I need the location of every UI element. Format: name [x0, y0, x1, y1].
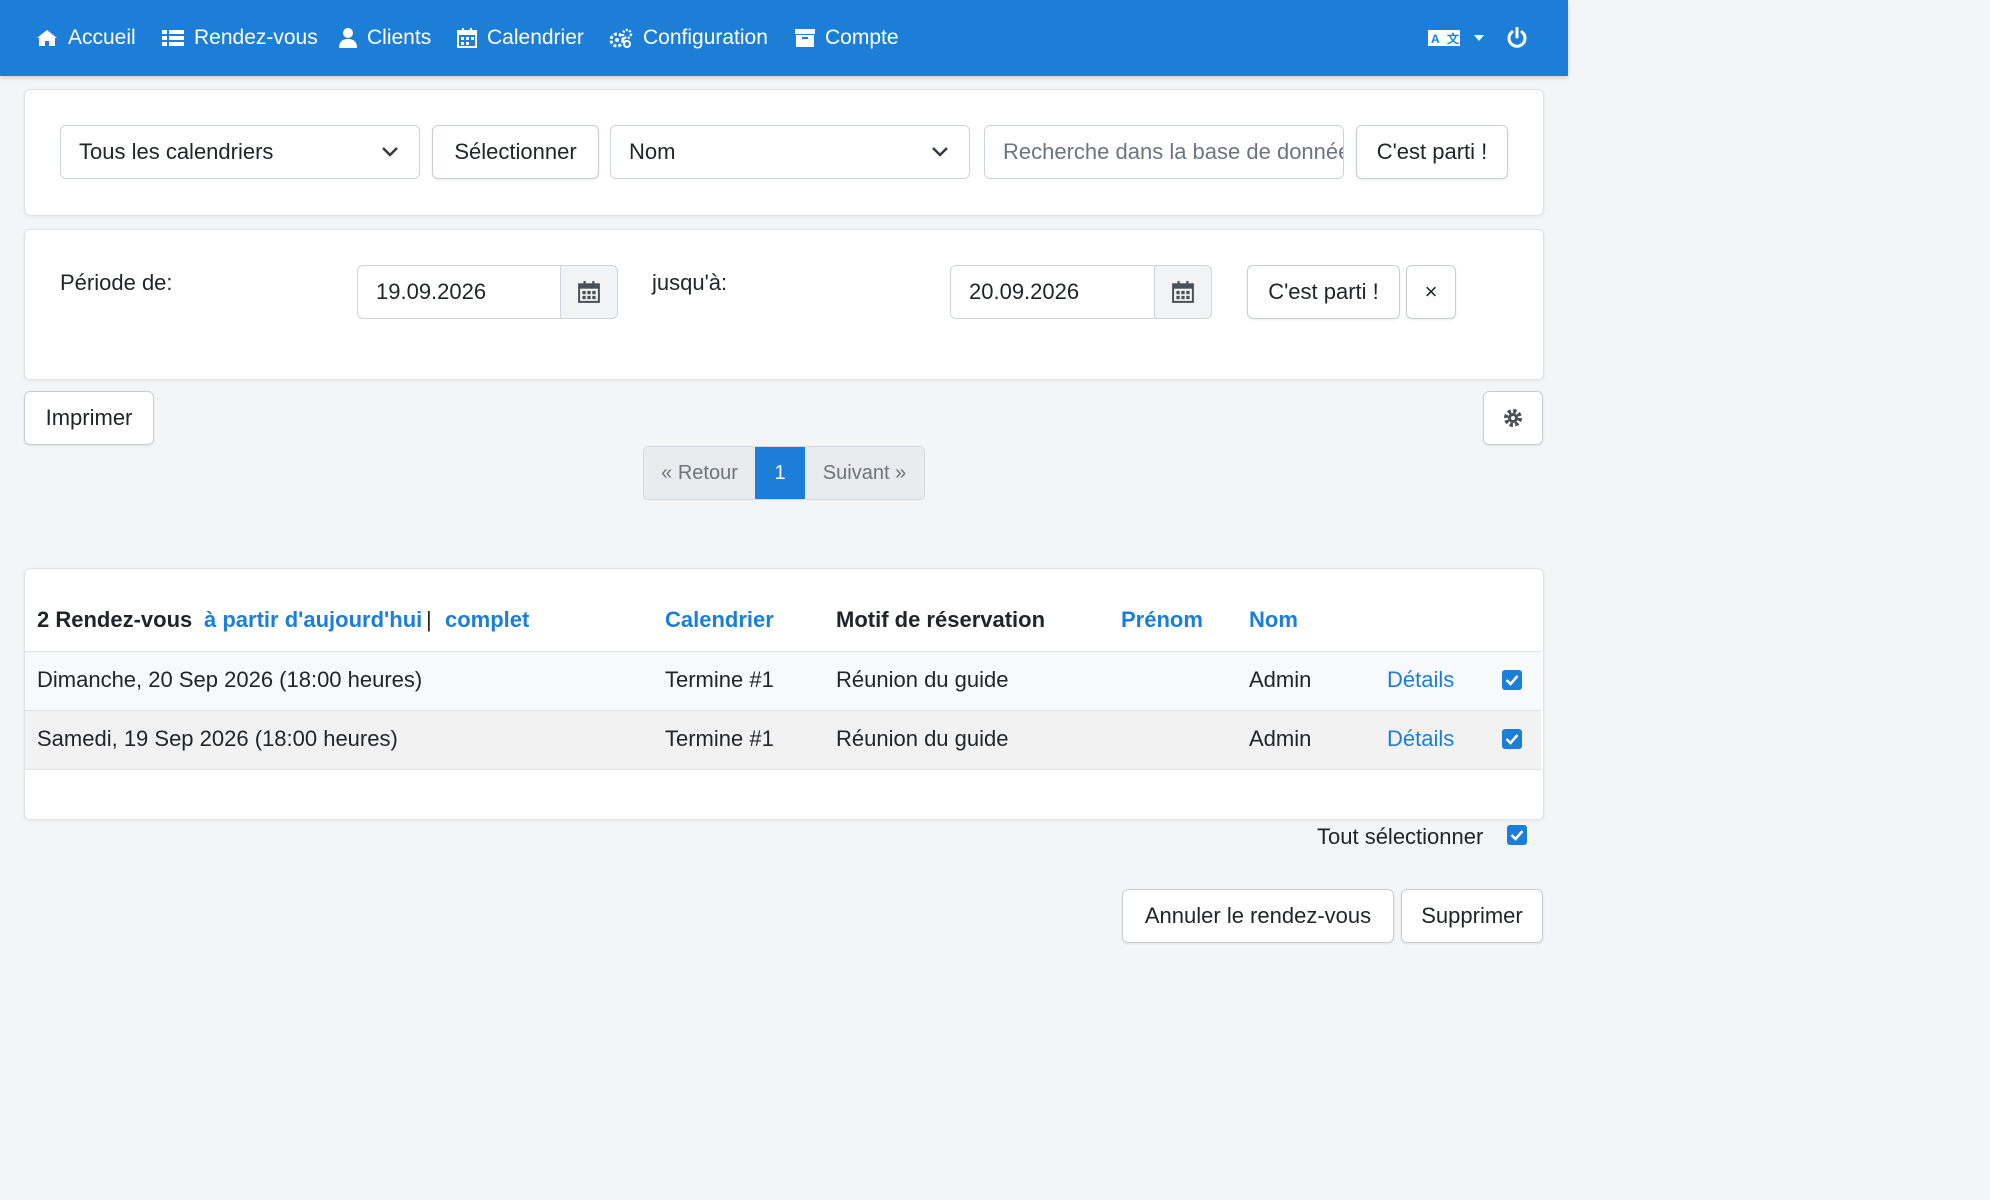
- row-details-link[interactable]: Détails: [1387, 726, 1454, 752]
- row-reason: Réunion du guide: [836, 667, 1009, 692]
- nav-configuration-label: Configuration: [643, 26, 768, 49]
- delete-button[interactable]: Supprimer: [1401, 889, 1543, 943]
- nav-home[interactable]: Accueil: [36, 22, 136, 54]
- checkmark-icon: [1510, 830, 1524, 841]
- nav-home-label: Accueil: [68, 26, 136, 49]
- row-calendar: Termine #1: [665, 726, 774, 751]
- nav-calendar-label: Calendrier: [487, 26, 584, 49]
- appointments-count: 2 Rendez-vous: [37, 607, 193, 632]
- period-to-label: jusqu'à:: [652, 270, 728, 295]
- pagination-prev[interactable]: « Retour: [644, 447, 755, 499]
- filter-complete-link[interactable]: complet: [445, 607, 529, 633]
- period-card: Période de: 19.09.2026 jusqu'à: 20.09.20…: [24, 229, 1544, 380]
- column-header-firstname[interactable]: Prénom: [1121, 607, 1203, 633]
- search-go-button[interactable]: C'est parti !: [1356, 125, 1508, 179]
- calendar-select-value: Tous les calendriers: [79, 139, 274, 164]
- power-icon: [1507, 27, 1527, 48]
- calendar-icon: [457, 28, 477, 48]
- calendar-icon: [1172, 281, 1194, 303]
- top-navbar: Accueil Rendez-vous Clients Calendrier C…: [0, 0, 1568, 76]
- calendar-icon: [578, 281, 600, 303]
- select-button[interactable]: Sélectionner: [432, 125, 599, 179]
- period-go-button[interactable]: C'est parti !: [1247, 265, 1400, 319]
- column-header-calendar[interactable]: Calendrier: [665, 607, 774, 633]
- print-button[interactable]: Imprimer: [24, 391, 154, 445]
- logout-button[interactable]: [1506, 22, 1538, 54]
- archive-icon: [795, 29, 815, 47]
- translate-icon: A文: [1428, 30, 1460, 46]
- column-header-reason: Motif de réservation: [836, 607, 1046, 632]
- row-lastname: Admin: [1249, 726, 1312, 751]
- row-date: Dimanche, 20 Sep 2026 (18:00 heures): [37, 667, 423, 692]
- table-row: Samedi, 19 Sep 2026 (18:00 heures) Termi…: [25, 710, 1541, 770]
- row-checkbox[interactable]: [1502, 670, 1522, 690]
- nav-clients[interactable]: Clients: [339, 22, 431, 54]
- filter-from-today-link[interactable]: à partir d'aujourd'hui: [204, 607, 422, 633]
- row-calendar: Termine #1: [665, 667, 774, 692]
- caret-down-icon: [1474, 35, 1484, 41]
- user-icon: [339, 28, 357, 48]
- nav-appointments-label: Rendez-vous: [194, 26, 318, 49]
- gears-icon: [609, 28, 633, 48]
- svg-text:文: 文: [1447, 31, 1460, 46]
- date-to-value[interactable]: 20.09.2026: [951, 266, 1154, 318]
- chevron-down-icon: [382, 147, 398, 157]
- search-input[interactable]: Recherche dans la base de données: [984, 125, 1344, 179]
- select-all-checkbox[interactable]: [1507, 825, 1527, 845]
- search-card: Tous les calendriers Sélectionner Nom Re…: [24, 89, 1544, 216]
- row-checkbox[interactable]: [1502, 729, 1522, 749]
- language-dropdown[interactable]: A文: [1428, 22, 1494, 54]
- date-from-picker-button[interactable]: [560, 266, 617, 318]
- date-from-field[interactable]: 19.09.2026: [357, 265, 618, 319]
- row-lastname: Admin: [1249, 667, 1312, 692]
- pagination-current-page[interactable]: 1: [755, 447, 805, 499]
- gear-icon: [1504, 409, 1522, 427]
- field-select-value: Nom: [629, 139, 676, 164]
- pagination-next[interactable]: Suivant »: [805, 447, 924, 499]
- row-reason: Réunion du guide: [836, 726, 1009, 751]
- chevron-down-icon: [932, 147, 948, 157]
- pagination: « Retour 1 Suivant »: [643, 446, 925, 500]
- period-clear-button[interactable]: ×: [1406, 265, 1456, 319]
- home-icon: [37, 30, 57, 46]
- header-separator: |: [426, 607, 432, 632]
- row-details-link[interactable]: Détails: [1387, 667, 1454, 693]
- nav-calendar[interactable]: Calendrier: [457, 22, 584, 54]
- settings-button[interactable]: [1483, 391, 1543, 445]
- nav-account-label: Compte: [825, 26, 899, 49]
- column-header-lastname[interactable]: Nom: [1249, 607, 1298, 633]
- nav-clients-label: Clients: [367, 26, 432, 49]
- date-to-picker-button[interactable]: [1154, 266, 1211, 318]
- select-all-label: Tout sélectionner: [1317, 824, 1484, 849]
- date-to-field[interactable]: 20.09.2026: [950, 265, 1212, 319]
- nav-account[interactable]: Compte: [795, 22, 899, 54]
- cancel-appointment-button[interactable]: Annuler le rendez-vous: [1122, 889, 1394, 943]
- list-icon: [162, 30, 184, 46]
- svg-text:A: A: [1431, 32, 1440, 46]
- table-row: Dimanche, 20 Sep 2026 (18:00 heures) Ter…: [25, 651, 1541, 710]
- row-date: Samedi, 19 Sep 2026 (18:00 heures): [37, 726, 398, 751]
- date-from-value[interactable]: 19.09.2026: [358, 266, 560, 318]
- field-select[interactable]: Nom: [610, 125, 970, 179]
- nav-appointments[interactable]: Rendez-vous: [162, 22, 318, 54]
- checkmark-icon: [1505, 675, 1519, 686]
- calendar-select[interactable]: Tous les calendriers: [60, 125, 420, 179]
- checkmark-icon: [1505, 734, 1519, 745]
- nav-configuration[interactable]: Configuration: [609, 22, 768, 54]
- period-from-label: Période de:: [60, 270, 173, 295]
